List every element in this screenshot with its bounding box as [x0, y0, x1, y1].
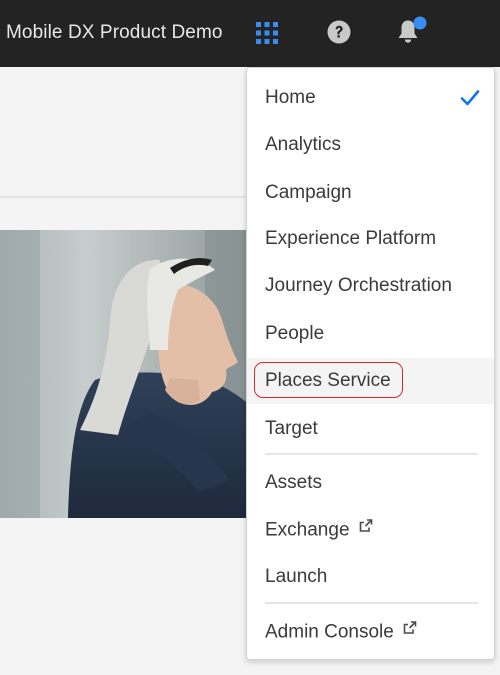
menu-item-label: Analytics [265, 134, 342, 155]
menu-divider [265, 602, 478, 604]
menu-item-places-service[interactable]: Places Service [247, 358, 494, 404]
menu-item-journey-orchestration[interactable]: Journey Orchestration [247, 263, 494, 309]
menu-item-text: Exchange [265, 519, 350, 541]
external-link-icon [359, 519, 372, 532]
content-divider [0, 196, 250, 198]
notification-bell-icon[interactable] [393, 15, 429, 49]
menu-item-home[interactable]: Home [247, 75, 494, 121]
menu-item-target[interactable]: Target [247, 406, 494, 452]
menu-item-exchange[interactable]: Exchange [247, 507, 494, 553]
menu-item-people[interactable]: People [247, 311, 494, 357]
menu-item-label: Experience Platform [265, 228, 437, 249]
org-name[interactable]: Mobile DX Product Demo [6, 22, 223, 44]
menu-item-label: Journey Orchestration [265, 275, 452, 296]
menu-item-experience-platform[interactable]: Experience Platform [247, 216, 494, 262]
help-icon[interactable] [327, 20, 351, 44]
menu-item-label: Assets [265, 472, 323, 493]
menu-item-text: Admin Console [265, 621, 394, 643]
menu-item-campaign[interactable]: Campaign [247, 170, 494, 216]
menu-item-label: Admin Console [265, 621, 417, 644]
menu-item-analytics[interactable]: Analytics [247, 122, 494, 168]
menu-item-label: Home [265, 87, 316, 108]
menu-item-assets[interactable]: Assets [247, 460, 494, 506]
top-bar: Mobile DX Product Demo [0, 0, 500, 67]
menu-item-label: Campaign [265, 182, 352, 203]
app-switcher-menu: Home Analytics Campaign Experience Platf… [246, 67, 495, 660]
hero-image [0, 230, 250, 518]
menu-item-admin-console[interactable]: Admin Console [247, 609, 494, 655]
menu-item-launch[interactable]: Launch [247, 554, 494, 600]
apps-grid-icon[interactable] [254, 20, 280, 46]
menu-item-label: Target [265, 418, 318, 439]
external-link-icon [403, 621, 417, 634]
checkmark-icon [460, 90, 480, 106]
menu-item-label: Launch [265, 566, 328, 587]
menu-item-label: People [265, 323, 325, 344]
menu-item-label: Exchange [265, 519, 373, 542]
menu-divider [265, 453, 478, 455]
menu-item-label: Places Service [265, 370, 391, 391]
